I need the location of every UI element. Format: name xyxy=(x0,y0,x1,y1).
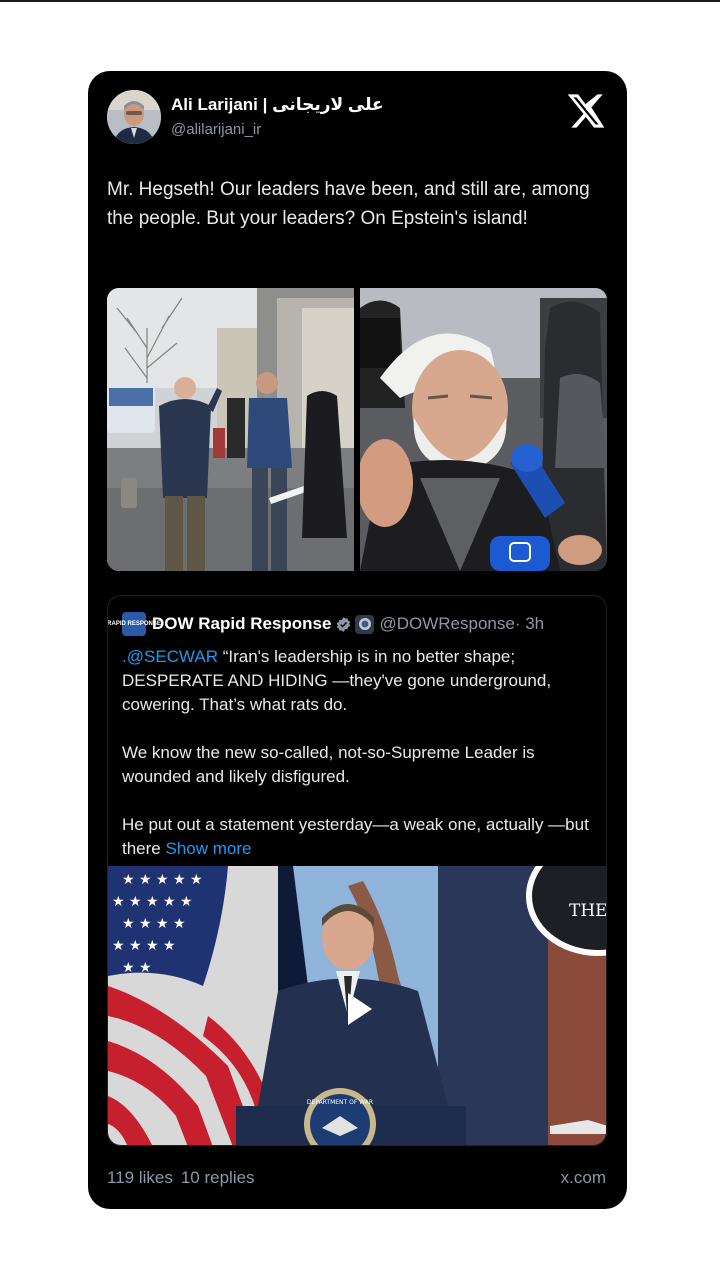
engagement-stats: 119 likes 10 replies xyxy=(107,1168,255,1188)
cleric-interview-photo[interactable] xyxy=(360,288,607,571)
top-divider xyxy=(0,0,720,2)
tweet-text: Mr. Hegseth! Our leaders have been, and … xyxy=(107,179,590,229)
quoted-tweet-text: .@SECWAR “Iran's leadership is in no bet… xyxy=(122,645,600,885)
quoted-tweet-header: RAPID RESPONSE DOW Rapid Response @DOWRe… xyxy=(108,612,544,636)
source-site[interactable]: x.com xyxy=(561,1168,606,1188)
quoted-tweet[interactable]: RAPID RESPONSE DOW Rapid Response @DOWRe… xyxy=(107,595,607,1146)
svg-text:★ ★: ★ ★ xyxy=(122,960,152,976)
tweet-media-grid xyxy=(107,288,607,571)
quoted-author-avatar[interactable]: RAPID RESPONSE xyxy=(108,612,161,636)
author-avatar[interactable] xyxy=(107,90,161,144)
tweet-card[interactable]: Ali Larijani | علی لاریجانی @alilarijani… xyxy=(88,71,627,1209)
svg-text:★ ★ ★ ★ ★: ★ ★ ★ ★ ★ xyxy=(112,894,193,910)
quoted-video[interactable]: ★ ★ ★ ★ ★ ★ ★ ★ ★ ★ ★ ★ ★ ★ ★ ★ ★ ★ ★ ★ … xyxy=(108,866,607,1145)
quoted-paragraph-2: We know the new so-called, not-so-Suprem… xyxy=(122,743,535,786)
replies-count[interactable]: 10 replies xyxy=(181,1168,255,1187)
author-name[interactable]: Ali Larijani | علی لاریجانی xyxy=(171,95,384,115)
play-icon[interactable] xyxy=(336,987,380,1031)
svg-text:★ ★ ★ ★: ★ ★ ★ ★ xyxy=(122,916,186,932)
author-handle[interactable]: @alilarijani_ir xyxy=(171,121,261,138)
quoted-paragraph-3: He put out a statement yesterday—a weak … xyxy=(122,813,600,861)
seal-text: THE xyxy=(569,901,607,921)
mention-link[interactable]: .@SECWAR xyxy=(122,647,218,666)
quoted-author-name[interactable]: DOW Rapid Response xyxy=(152,614,331,634)
government-seal-icon xyxy=(355,614,375,634)
quoted-paragraph-1: .@SECWAR “Iran's leadership is in no bet… xyxy=(122,645,600,717)
quoted-tweet-time[interactable]: · 3h xyxy=(515,614,544,634)
likes-count[interactable]: 119 likes xyxy=(107,1168,173,1187)
x-logo-icon[interactable] xyxy=(566,91,606,131)
verified-badge-icon xyxy=(337,616,351,632)
street-crowd-photo[interactable] xyxy=(107,288,354,571)
quoted-author-handle[interactable]: @DOWResponse xyxy=(379,614,514,634)
svg-text:★ ★ ★ ★ ★: ★ ★ ★ ★ ★ xyxy=(122,872,203,888)
podium-seal-text: DEPARTMENT OF WAR xyxy=(307,1099,373,1106)
show-more-link[interactable]: Show more xyxy=(165,839,251,858)
svg-text:★ ★ ★ ★: ★ ★ ★ ★ xyxy=(112,938,176,954)
